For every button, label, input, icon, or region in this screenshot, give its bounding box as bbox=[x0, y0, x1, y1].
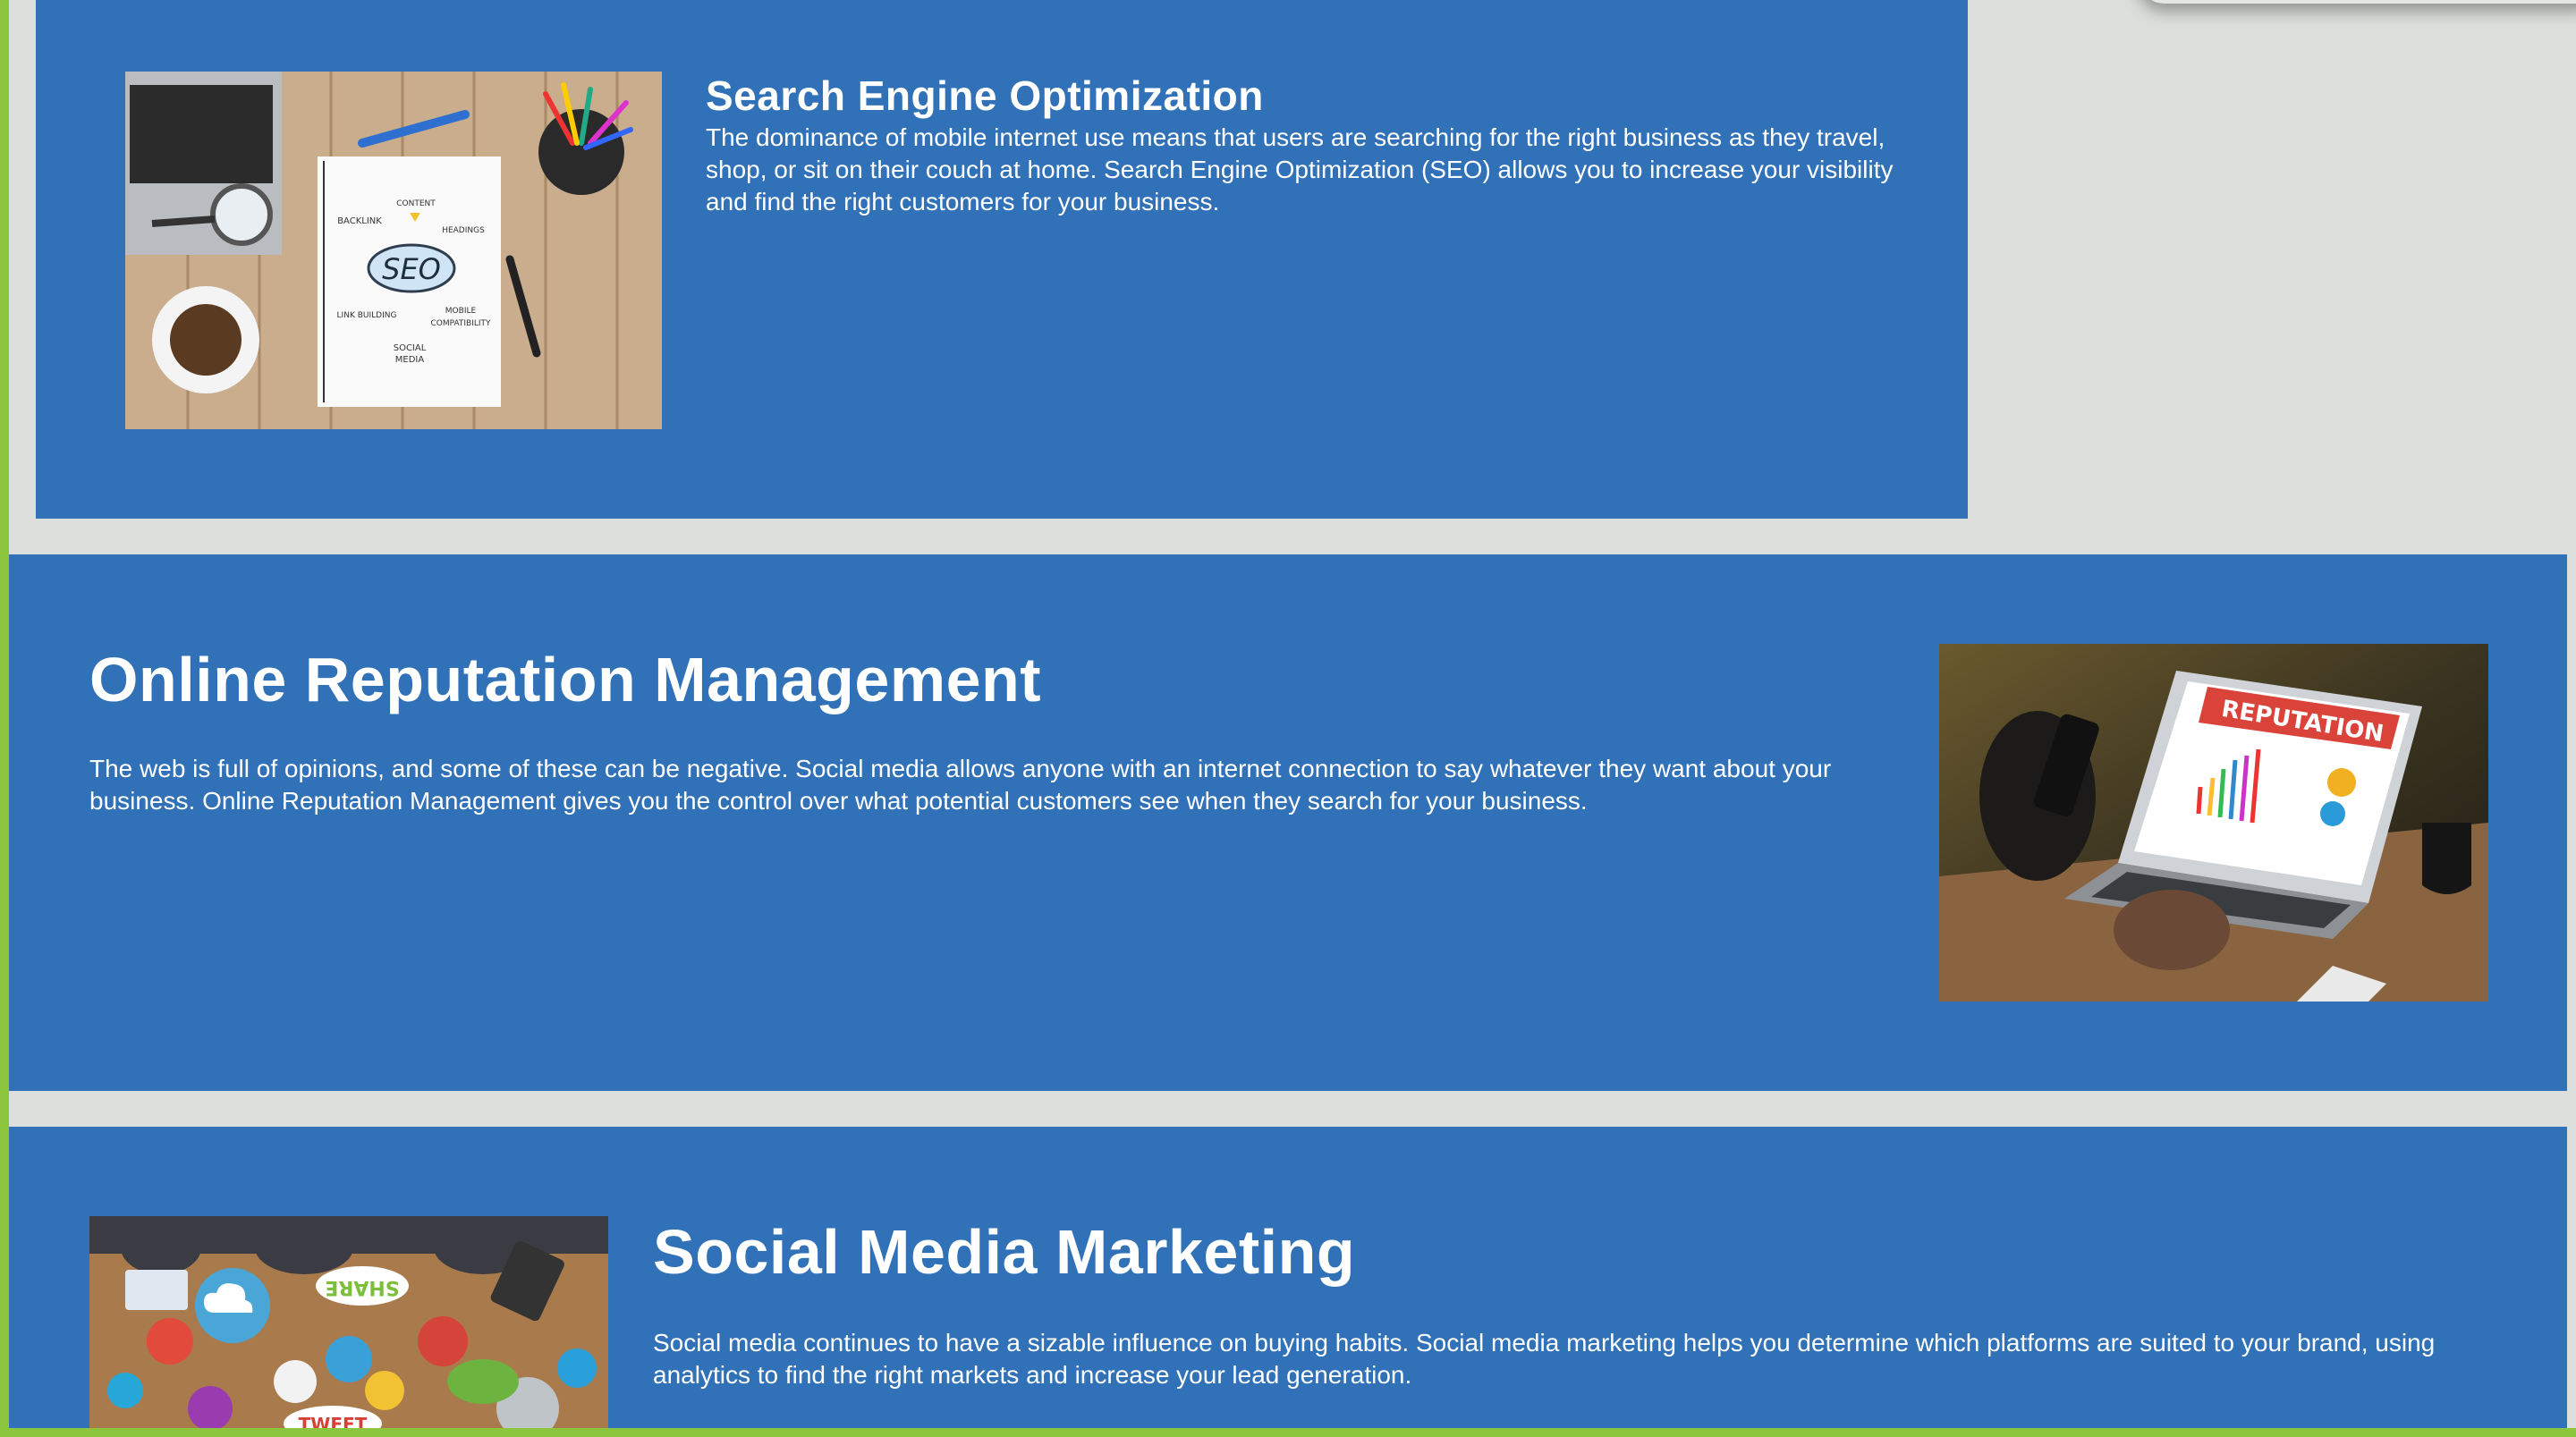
reputation-description: The web is full of opinions, and some of… bbox=[89, 755, 1832, 815]
page-frame-left bbox=[0, 0, 9, 1437]
reputation-title: Online Reputation Management bbox=[89, 645, 1042, 714]
svg-text:HEADINGS: HEADINGS bbox=[442, 226, 485, 235]
svg-text:MEDIA: MEDIA bbox=[395, 355, 425, 365]
svg-text:COMPATIBILITY: COMPATIBILITY bbox=[430, 319, 491, 328]
social-media-title: Social Media Marketing bbox=[653, 1217, 1356, 1287]
social-media-section: SHARE TWEET Social Media Marketing Socia… bbox=[9, 1127, 2567, 1431]
seo-description: The dominance of mobile internet use mea… bbox=[706, 123, 1894, 216]
social-image-share: SHARE bbox=[325, 1276, 399, 1298]
page-frame-bottom bbox=[0, 1428, 2576, 1437]
seo-image-label: SEO bbox=[382, 252, 441, 286]
social-media-image: SHARE TWEET bbox=[89, 1216, 608, 1431]
svg-text:MOBILE: MOBILE bbox=[445, 307, 477, 316]
seo-title: Search Engine Optimization bbox=[706, 72, 1264, 119]
seo-section: SEO CONTENT BACKLINK HEADINGS LINK BUILD… bbox=[36, 0, 1968, 519]
reputation-image: REPUTATION bbox=[1939, 644, 2488, 1002]
seo-image: SEO CONTENT BACKLINK HEADINGS LINK BUILD… bbox=[125, 72, 662, 429]
corner-card-shadow bbox=[2138, 0, 2576, 4]
svg-text:SOCIAL: SOCIAL bbox=[394, 343, 427, 353]
reputation-section: Online Reputation Management The web is … bbox=[9, 554, 2567, 1091]
svg-text:LINK BUILDING: LINK BUILDING bbox=[337, 311, 397, 320]
svg-text:BACKLINK: BACKLINK bbox=[337, 216, 382, 226]
svg-text:CONTENT: CONTENT bbox=[396, 199, 436, 208]
social-media-description: Social media continues to have a sizable… bbox=[653, 1329, 2436, 1389]
